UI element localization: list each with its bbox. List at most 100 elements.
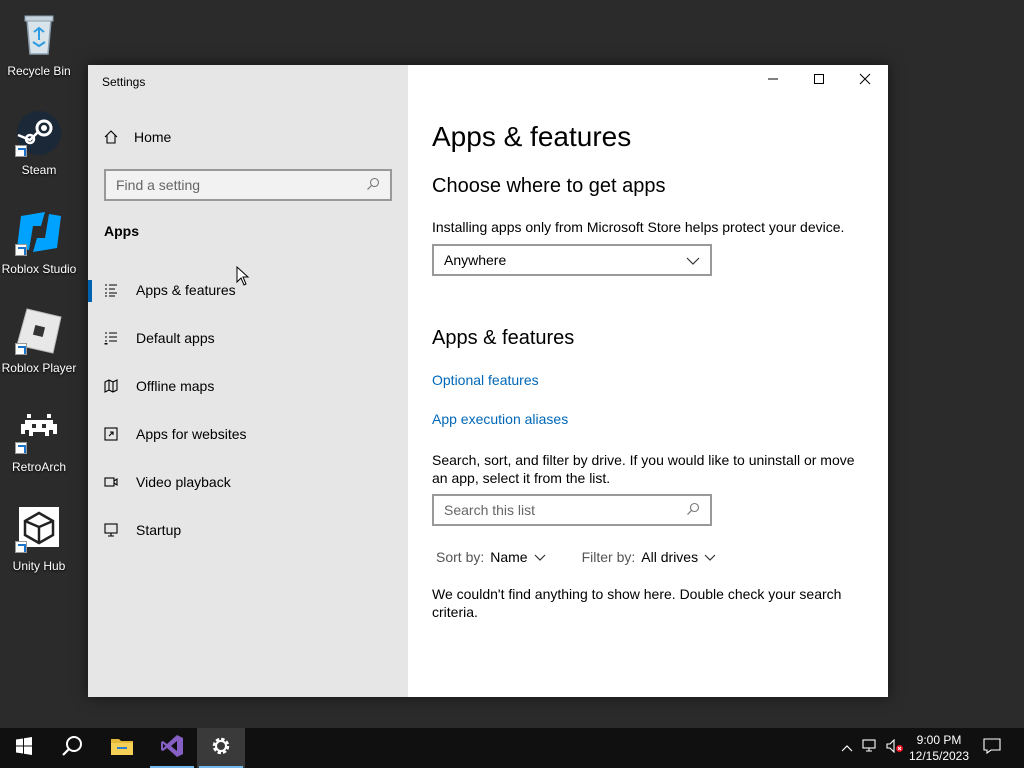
- sort-label: Sort by:: [436, 549, 485, 565]
- search-description: Search, sort, and filter by drive. If yo…: [432, 452, 855, 486]
- home-icon: [104, 130, 118, 144]
- search-list-input[interactable]: Search this list: [432, 494, 712, 526]
- home-label: Home: [134, 129, 172, 145]
- desktop-label: Recycle Bin: [7, 64, 71, 78]
- chevron-down-icon: [704, 549, 716, 565]
- chevron-up-icon: [841, 739, 853, 757]
- sidebar-item-home[interactable]: Home: [104, 129, 171, 145]
- settings-icon: [210, 735, 232, 762]
- roblox-studio-icon: [15, 208, 63, 256]
- sidebar-item-label: Video playback: [136, 474, 231, 490]
- optional-features-link[interactable]: Optional features: [432, 372, 539, 388]
- desktop-icon-roblox-studio[interactable]: Roblox Studio: [0, 202, 78, 282]
- desktop-label: Roblox Studio: [1, 262, 77, 276]
- show-hidden-icons-button[interactable]: [838, 728, 856, 768]
- retroarch-icon: [15, 406, 63, 454]
- notification-icon: [983, 737, 1001, 759]
- chevron-down-icon: [686, 252, 700, 268]
- shortcut-arrow-icon: [15, 244, 27, 256]
- sidebar-item-label: Apps for websites: [136, 426, 247, 442]
- find-setting-placeholder: Find a setting: [116, 177, 201, 193]
- apps-features-icon: [104, 283, 118, 297]
- taskbar-clock[interactable]: 9:00 PM 12/15/2023: [904, 732, 974, 764]
- sort-value: Name: [490, 549, 528, 565]
- sidebar-item-label: Offline maps: [136, 378, 215, 394]
- filter-by-dropdown[interactable]: Filter by: All drives: [582, 549, 716, 565]
- shortcut-arrow-icon: [15, 541, 27, 553]
- mouse-cursor-icon: [236, 265, 250, 291]
- start-icon: [15, 736, 33, 760]
- chevron-down-icon: [534, 549, 546, 565]
- minimize-icon: [767, 72, 779, 90]
- apps-features-heading: Apps & features: [432, 327, 575, 349]
- desktop-icon-retroarch[interactable]: RetroArch: [0, 400, 78, 480]
- sidebar-item-label: Apps & features: [136, 282, 236, 298]
- desktop-label: RetroArch: [11, 460, 67, 474]
- filter-value: All drives: [641, 549, 699, 565]
- sort-by-dropdown[interactable]: Sort by: Name: [436, 549, 546, 565]
- clock-time: 9:00 PM: [916, 733, 962, 747]
- roblox-player-icon: [15, 307, 63, 355]
- window-title: Settings: [102, 75, 146, 89]
- shortcut-arrow-icon: [15, 442, 27, 454]
- video-playback-icon: [104, 475, 118, 489]
- sidebar-item-label: Startup: [136, 522, 182, 538]
- sidebar-item-startup[interactable]: Startup: [88, 510, 408, 550]
- shortcut-arrow-icon: [15, 145, 27, 157]
- taskbar: 9:00 PM 12/15/2023: [0, 728, 1024, 768]
- empty-list-message: We couldn't find anything to show here. …: [432, 586, 842, 620]
- desktop-icon-unity-hub[interactable]: Unity Hub: [0, 499, 78, 579]
- desktop-label: Steam: [21, 163, 57, 177]
- sidebar-item-apps-websites[interactable]: Apps for websites: [88, 414, 408, 454]
- start-button[interactable]: [0, 728, 48, 768]
- desktop-icon-steam[interactable]: Steam: [0, 103, 78, 183]
- search-button[interactable]: [48, 728, 96, 768]
- close-icon: [859, 72, 871, 90]
- volume-muted-icon: [886, 738, 904, 758]
- unity-hub-icon: [15, 505, 63, 553]
- maximize-button[interactable]: [796, 65, 842, 97]
- visual-studio-button[interactable]: [148, 728, 196, 768]
- search-icon: [686, 502, 700, 519]
- app-source-value: Anywhere: [444, 252, 507, 268]
- find-setting-input[interactable]: Find a setting: [104, 169, 392, 201]
- desktop-icon-recycle-bin[interactable]: Recycle Bin: [0, 4, 78, 84]
- app-source-dropdown[interactable]: Anywhere: [432, 244, 712, 276]
- desktop-label: Unity Hub: [12, 559, 66, 573]
- file-explorer-icon: [110, 736, 134, 761]
- page-title: Apps & features: [432, 121, 632, 152]
- recycle-bin-icon: [15, 10, 63, 58]
- settings-taskbar-button[interactable]: [197, 728, 245, 768]
- clock-date: 12/15/2023: [908, 749, 970, 763]
- offline-maps-icon: [104, 379, 118, 393]
- startup-icon: [104, 523, 118, 537]
- sidebar-item-offline-maps[interactable]: Offline maps: [88, 366, 408, 406]
- sidebar-item-video-playback[interactable]: Video playback: [88, 462, 408, 502]
- settings-window: Settings Home Find a setting Apps Apps &…: [88, 65, 888, 697]
- close-button[interactable]: [842, 65, 888, 97]
- minimize-button[interactable]: [750, 65, 796, 97]
- shortcut-arrow-icon: [15, 343, 27, 355]
- visual-studio-icon: [160, 734, 184, 763]
- network-icon: [862, 738, 878, 758]
- default-apps-icon: [104, 331, 118, 345]
- network-tray-button[interactable]: [860, 728, 880, 768]
- app-execution-aliases-link[interactable]: App execution aliases: [432, 411, 568, 427]
- desktop-icon-roblox-player[interactable]: Roblox Player: [0, 301, 78, 381]
- volume-tray-button[interactable]: [884, 728, 906, 768]
- sidebar: Settings Home Find a setting Apps Apps &…: [88, 65, 408, 697]
- search-icon: [366, 177, 380, 194]
- file-explorer-button[interactable]: [98, 728, 146, 768]
- section-label-apps: Apps: [104, 223, 139, 239]
- window-controls: [750, 65, 888, 97]
- desktop-label: Roblox Player: [1, 361, 77, 375]
- apps-websites-icon: [104, 427, 118, 441]
- maximize-icon: [813, 72, 825, 90]
- sidebar-item-label: Default apps: [136, 330, 215, 346]
- search-list-placeholder: Search this list: [444, 502, 536, 518]
- filter-label: Filter by:: [581, 549, 636, 565]
- action-center-button[interactable]: [978, 728, 1006, 768]
- steam-icon: [15, 109, 63, 157]
- choose-apps-heading: Choose where to get apps: [432, 175, 666, 197]
- sidebar-item-default-apps[interactable]: Default apps: [88, 318, 408, 358]
